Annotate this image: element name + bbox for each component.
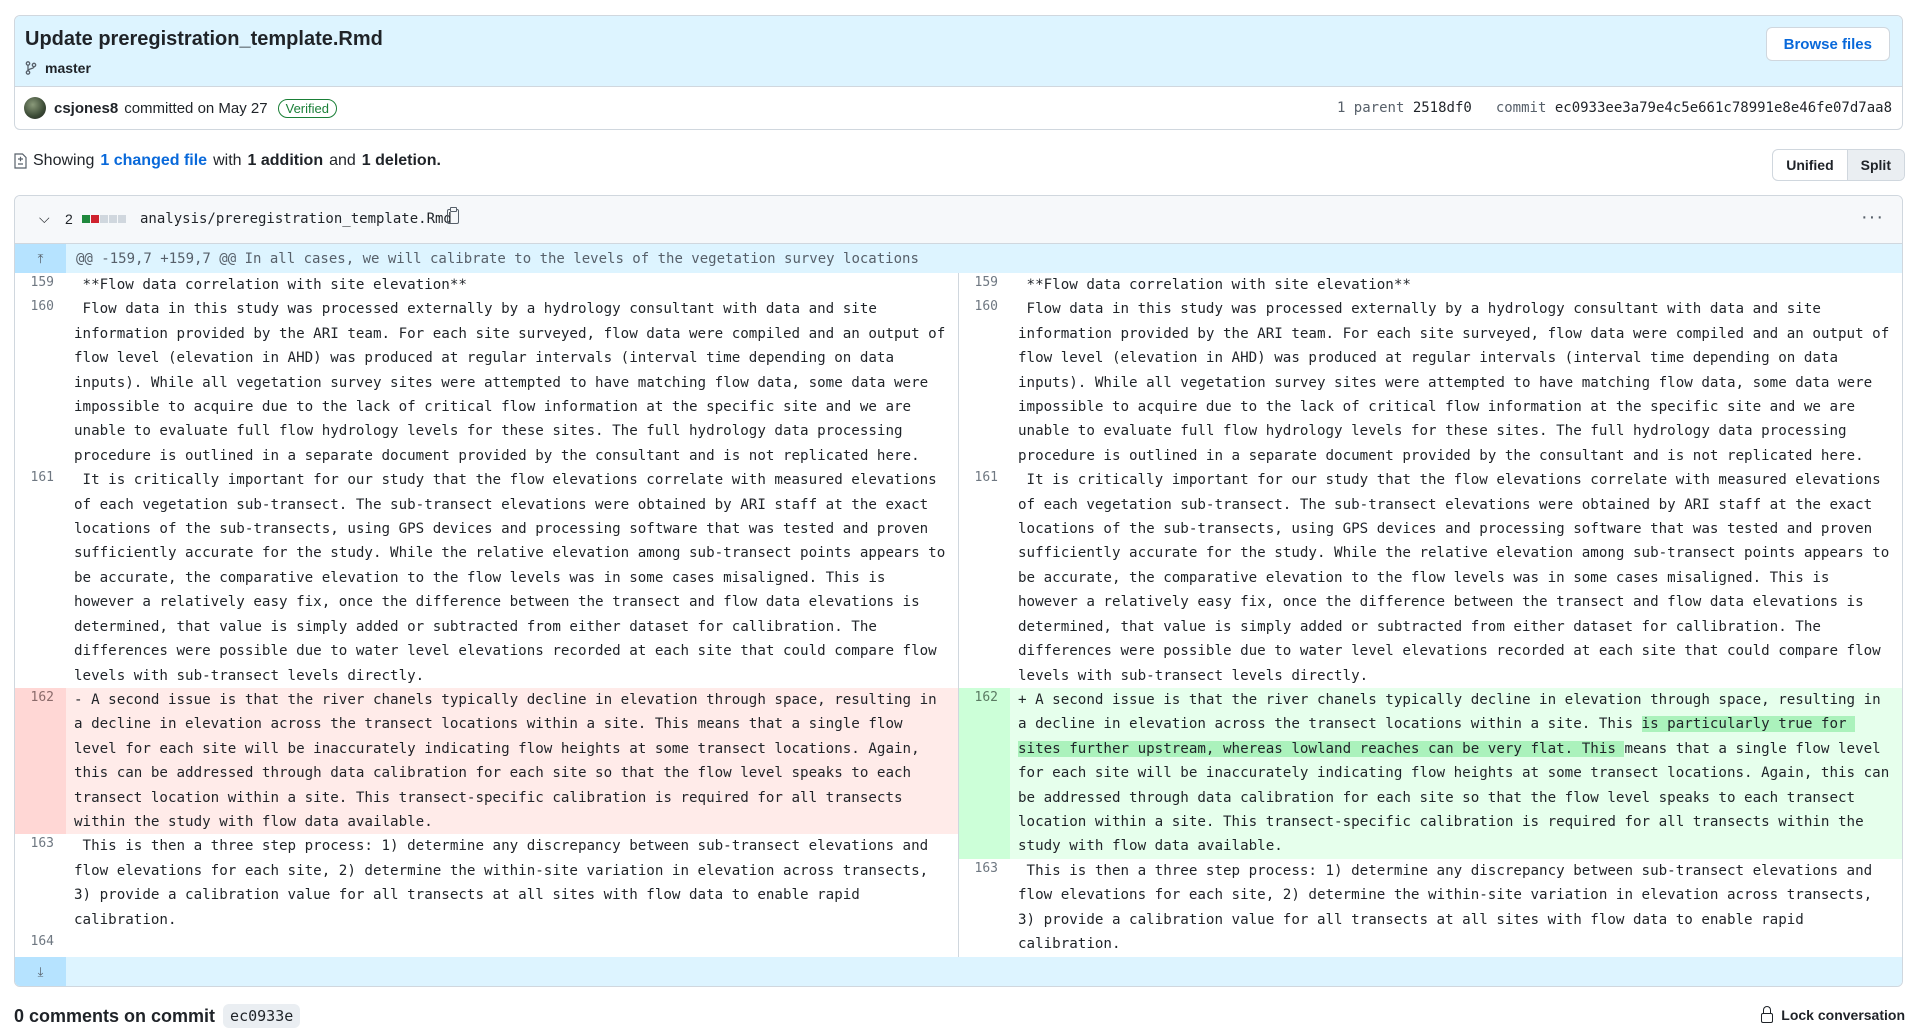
line-number[interactable]: 160 (15, 297, 66, 468)
copy-icon[interactable] (447, 207, 459, 224)
expand-down-icon[interactable]: ⤓ (15, 957, 66, 986)
line-number[interactable]: 159 (15, 273, 66, 297)
git-branch-icon (25, 61, 37, 75)
commit-header: Update preregistration_template.Rmd mast… (14, 15, 1903, 130)
parent-info: 1 parent 2518df0 (1337, 100, 1472, 116)
file-path[interactable]: analysis/preregistration_template.Rmd (140, 211, 452, 227)
deletions-count: 1 deletion. (361, 152, 441, 169)
line-number[interactable]: 161 (959, 468, 1010, 688)
line-number[interactable]: 159 (959, 273, 1010, 297)
line-number[interactable]: 162 (15, 687, 66, 835)
comments-count: 0 comments on commit (14, 1005, 216, 1026)
diffstat-add-block (82, 215, 90, 223)
diffstat-bar (82, 215, 126, 223)
line-code: **Flow data correlation with site elevat… (74, 277, 467, 293)
branch-name[interactable]: master (45, 60, 91, 76)
lock-conversation-label: Lock conversation (1781, 1007, 1905, 1023)
commit-label: commit (1495, 100, 1547, 116)
additions-count: 1 addition (247, 152, 324, 169)
lock-conversation-button[interactable]: Lock conversation (1761, 1005, 1905, 1023)
diffstat-del-block (91, 215, 99, 223)
left-diff-line: 160 Flow data in this study was processe… (15, 297, 958, 468)
left-diff-line: 162- A second issue is that the river ch… (15, 687, 958, 835)
parent-sha-link[interactable]: 2518df0 (1413, 100, 1472, 116)
file-header: ⌵ 2 analysis/preregistration_template.Rm… (15, 196, 1902, 244)
right-diff-line: 161 It is critically important for our s… (959, 468, 1902, 688)
browse-files-button[interactable]: Browse files (1765, 27, 1890, 61)
diffstat-neutral-block (118, 215, 126, 223)
commit-info: commit ec0933ee3a79e4c5e661c78991e8e46fe… (1496, 100, 1892, 116)
commit-meta: 1 parent 2518df0 commit ec0933ee3a79e4c5… (1337, 100, 1892, 116)
right-diff-line: 159 **Flow data correlation with site el… (959, 273, 1902, 297)
author-link[interactable]: csjones8 (54, 100, 118, 117)
diffstat-neutral-block (109, 215, 117, 223)
split-diff-body: 159 **Flow data correlation with site el… (15, 273, 1902, 986)
line-code: This is then a three step process: 1) de… (1018, 862, 1881, 952)
line-code: It is critically important for our study… (74, 472, 954, 684)
diff-view-toggle: Unified Split (1772, 149, 1905, 181)
line-number[interactable]: 162 (959, 687, 1010, 859)
line-number[interactable]: 163 (15, 834, 66, 932)
chevron-down-icon[interactable]: ⌵ (39, 210, 50, 227)
comment-commit-sha: ec0933e (223, 1004, 301, 1028)
left-diff-line: 163 This is then a three step process: 1… (15, 834, 958, 932)
and-label: and (329, 152, 356, 169)
verified-badge[interactable]: Verified (277, 99, 337, 118)
left-diff-line: 159 **Flow data correlation with site el… (15, 273, 958, 297)
avatar[interactable] (24, 97, 46, 119)
split-view-button[interactable]: Split (1846, 150, 1904, 180)
with-label: with (213, 152, 242, 169)
file-change-count: 2 (65, 211, 73, 227)
author-line: csjones8 committed on May 27 Verified (54, 99, 337, 118)
line-code: This is then a three step process: 1) de… (74, 838, 937, 928)
changed-files-link[interactable]: 1 changed file (100, 152, 207, 170)
right-diff-pane: 159 **Flow data correlation with site el… (958, 273, 1902, 986)
diff-summary: Showing 1 changed file with 1 addition a… (14, 152, 441, 170)
right-diff-line: 160 Flow data in this study was processe… (959, 297, 1902, 468)
expand-up-icon[interactable]: ⤒ (15, 244, 66, 273)
parent-label: 1 parent (1336, 100, 1405, 116)
line-number[interactable]: 164 (15, 932, 66, 956)
showing-label: Showing (33, 152, 95, 169)
commit-meta-bar: csjones8 committed on May 27 Verified 1 … (15, 87, 1902, 129)
left-diff-line: 161 It is critically important for our s… (15, 468, 958, 688)
comments-header: 0 comments on commit ec0933e (14, 1004, 301, 1028)
line-number[interactable]: 160 (959, 297, 1010, 468)
right-diff-line: 163 This is then a three step process: 1… (959, 859, 1902, 957)
file-diff: ⌵ 2 analysis/preregistration_template.Rm… (14, 195, 1903, 987)
hunk-header-text: @@ -159,7 +159,7 @@ In all cases, we wil… (76, 251, 919, 267)
line-number[interactable]: 161 (15, 468, 66, 688)
commit-title: Update preregistration_template.Rmd (25, 28, 383, 50)
line-code-text: means that a single flow level for each … (1018, 740, 1898, 855)
file-diff-icon (14, 153, 27, 169)
line-number[interactable]: 163 (959, 859, 1010, 957)
expand-footer: ⤓ (15, 957, 1902, 986)
committed-date: committed on May 27 (124, 100, 268, 117)
lock-icon (1761, 1005, 1774, 1023)
commit-sha: ec0933ee3a79e4c5e661c78991e8e46fe07d7aa8 (1554, 100, 1892, 116)
line-code: It is critically important for our study… (1018, 472, 1898, 684)
diffstat-neutral-block (100, 215, 108, 223)
line-code (66, 932, 958, 956)
line-code: **Flow data correlation with site elevat… (1018, 277, 1411, 293)
right-diff-line: 162 + A second issue is that the river ch… (959, 687, 1902, 859)
line-code: Flow data in this study was processed ex… (1018, 301, 1898, 464)
branch-row: master (25, 60, 91, 76)
commit-title-bar: Update preregistration_template.Rmd mast… (15, 16, 1902, 87)
line-code: - A second issue is that the river chane… (74, 691, 946, 830)
line-code: + A second issue is that the river chane… (1010, 688, 1902, 859)
unified-view-button[interactable]: Unified (1773, 150, 1846, 180)
left-diff-line: 164 (15, 932, 958, 956)
hunk-header: ⤒ @@ -159,7 +159,7 @@ In all cases, we w… (15, 244, 1902, 273)
line-code: Flow data in this study was processed ex… (74, 301, 954, 464)
kebab-menu-icon[interactable]: ··· (1861, 206, 1884, 229)
left-diff-pane: 159 **Flow data correlation with site el… (15, 273, 958, 986)
